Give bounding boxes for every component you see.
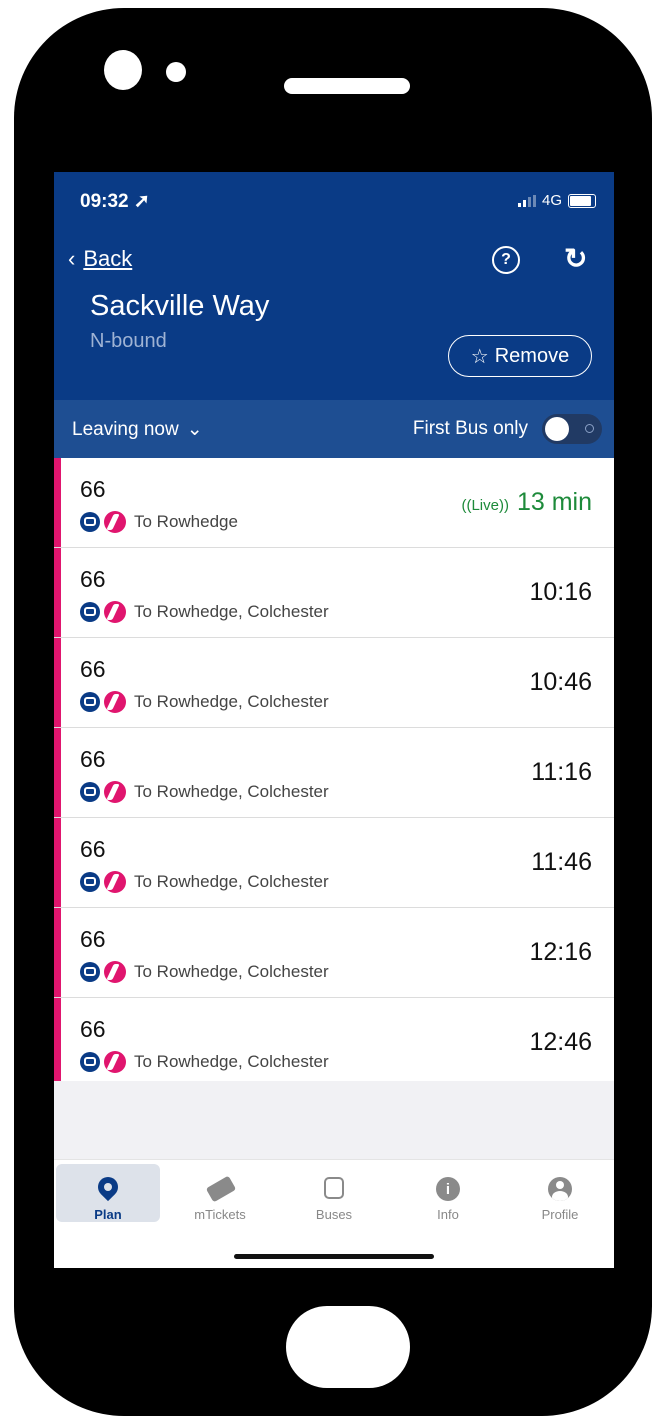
route-number: 66: [80, 566, 106, 592]
chevron-left-icon: ‹: [68, 246, 76, 271]
departure-time: 11:16: [531, 758, 592, 786]
first-bus-logo-icon: [104, 601, 126, 623]
home-indicator[interactable]: [234, 1254, 434, 1259]
destination-text: To Rowhedge, Colchester: [134, 782, 329, 801]
proximity-sensor: [166, 62, 186, 82]
departure-time: 11:46: [531, 848, 592, 876]
first-bus-logo-icon: [104, 511, 126, 533]
destination-line: To Rowhedge, Colchester: [80, 1051, 329, 1073]
bottom-tab-bar: Plan mTickets Buses i Info Profile: [54, 1159, 614, 1268]
destination-line: To Rowhedge, Colchester: [80, 871, 329, 893]
refresh-icon[interactable]: ↻: [564, 242, 587, 275]
bus-operator-icon: [80, 962, 100, 982]
star-icon: ☆: [470, 345, 489, 368]
profile-icon: [548, 1177, 572, 1201]
departure-time: 10:16: [529, 578, 592, 606]
location-pin-icon: [93, 1172, 123, 1202]
bus-icon: [324, 1177, 344, 1199]
help-icon[interactable]: ?: [492, 246, 520, 274]
first-bus-logo-icon: [104, 1051, 126, 1073]
departure-time: 10:46: [529, 668, 592, 696]
info-icon: i: [436, 1177, 460, 1201]
tab-label: mTickets: [194, 1207, 246, 1222]
remove-label: Remove: [494, 344, 570, 367]
bus-operator-icon: [80, 782, 100, 802]
ticket-icon: [205, 1175, 237, 1203]
destination-text: To Rowhedge, Colchester: [134, 872, 329, 891]
status-indicators: 4G: [517, 192, 596, 209]
leaving-label: Leaving now: [72, 418, 179, 440]
tab-label: Profile: [541, 1207, 579, 1222]
home-button[interactable]: [286, 1306, 410, 1388]
route-number: 66: [80, 656, 106, 682]
app-screen: 09:32 ➚ 4G ‹ Back ? ↻ Sackville Way N-bo…: [54, 172, 614, 1268]
route-number: 66: [80, 836, 106, 862]
bus-operator-icon: [80, 692, 100, 712]
stop-name: Sackville Way: [90, 290, 270, 322]
destination-text: To Rowhedge: [134, 512, 238, 531]
destination-text: To Rowhedge, Colchester: [134, 602, 329, 621]
bus-operator-icon: [80, 1052, 100, 1072]
destination-text: To Rowhedge, Colchester: [134, 962, 329, 981]
departure-row[interactable]: 66 To Rowhedge, Colchester 10:16: [54, 548, 614, 638]
remove-favourite-button[interactable]: ☆ Remove: [448, 335, 592, 377]
signal-icon: [517, 194, 536, 207]
departure-time: 12:16: [529, 938, 592, 966]
destination-line: To Rowhedge, Colchester: [80, 601, 329, 623]
bus-operator-icon: [80, 872, 100, 892]
first-bus-only-label: First Bus only: [412, 418, 528, 439]
live-badge: ((Live)): [461, 497, 509, 514]
stop-header: 09:32 ➚ 4G ‹ Back ? ↻ Sackville Way N-bo…: [54, 172, 614, 400]
departure-row[interactable]: 66 To Rowhedge, Colchester 11:16: [54, 728, 614, 818]
route-number: 66: [80, 476, 106, 502]
destination-line: To Rowhedge, Colchester: [80, 781, 329, 803]
back-button[interactable]: ‹ Back: [68, 246, 132, 272]
departure-row[interactable]: 66 To Rowhedge, Colchester 12:16: [54, 908, 614, 998]
route-number: 66: [80, 926, 106, 952]
bus-operator-icon: [80, 512, 100, 532]
departure-row[interactable]: 66 To Rowhedge ((Live)) 13 min: [54, 458, 614, 548]
tab-info[interactable]: i Info: [396, 1164, 500, 1222]
status-time: 09:32 ➚: [80, 191, 150, 212]
first-bus-logo-icon: [104, 871, 126, 893]
live-departure: ((Live)) 13 min: [461, 488, 592, 517]
earpiece-speaker: [284, 78, 410, 94]
tab-label: Plan: [94, 1207, 122, 1222]
destination-text: To Rowhedge, Colchester: [134, 1052, 329, 1071]
first-bus-only-toggle[interactable]: [542, 414, 602, 444]
tab-buses[interactable]: Buses: [282, 1164, 386, 1222]
destination-line: To Rowhedge, Colchester: [80, 691, 329, 713]
leaving-time-dropdown[interactable]: Leaving now ⌄: [72, 418, 203, 441]
filter-bar: Leaving now ⌄ First Bus only: [54, 400, 614, 458]
departure-row[interactable]: 66 To Rowhedge, Colchester 11:46: [54, 818, 614, 908]
destination-text: To Rowhedge, Colchester: [134, 692, 329, 711]
tab-mtickets[interactable]: mTickets: [168, 1164, 272, 1222]
route-number: 66: [80, 1016, 106, 1042]
tab-plan[interactable]: Plan: [56, 1164, 160, 1222]
destination-line: To Rowhedge, Colchester: [80, 961, 329, 983]
first-bus-logo-icon: [104, 691, 126, 713]
tab-label: Buses: [315, 1207, 353, 1222]
stop-direction: N-bound: [90, 330, 167, 352]
route-number: 66: [80, 746, 106, 772]
bus-operator-icon: [80, 602, 100, 622]
departure-time: 12:46: [529, 1028, 592, 1056]
departure-time: 13 min: [516, 488, 592, 516]
back-label: Back: [83, 246, 133, 271]
front-camera: [104, 50, 142, 90]
first-bus-logo-icon: [104, 781, 126, 803]
departure-row[interactable]: 66 To Rowhedge, Colchester 12:46: [54, 998, 614, 1088]
tab-label: Info: [437, 1207, 459, 1222]
toggle-knob: [545, 417, 569, 441]
battery-icon: [568, 193, 596, 208]
first-bus-logo-icon: [104, 961, 126, 983]
tab-profile[interactable]: Profile: [508, 1164, 612, 1222]
list-empty-space: [54, 1081, 614, 1159]
departure-row[interactable]: 66 To Rowhedge, Colchester 10:46: [54, 638, 614, 728]
chevron-down-icon: ⌄: [186, 419, 203, 440]
destination-line: To Rowhedge: [80, 511, 238, 533]
departures-list: 66 To Rowhedge ((Live)) 13 min 66 To Rowhedge…: [54, 458, 614, 1088]
toggle-off-indicator: [585, 424, 594, 433]
network-label: 4G: [541, 192, 562, 209]
